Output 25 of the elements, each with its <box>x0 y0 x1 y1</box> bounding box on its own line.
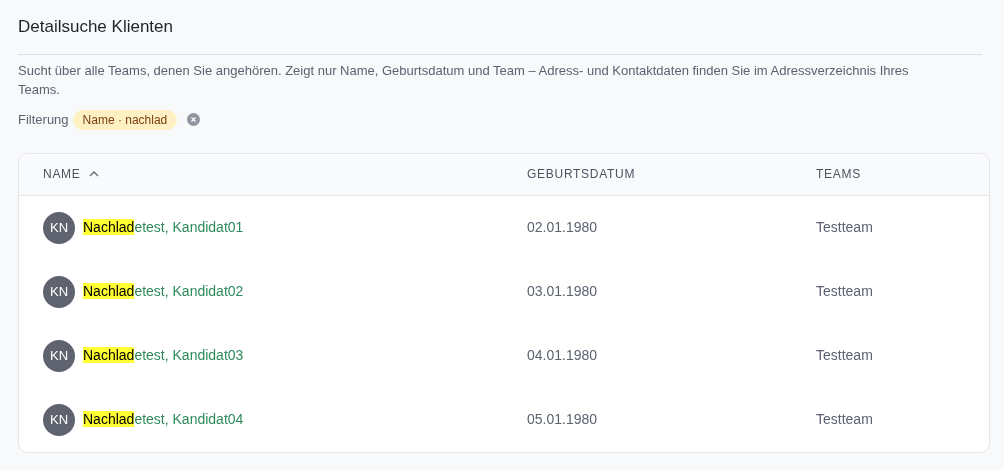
birthdate-cell-text: 02.01.1980 <box>527 218 598 237</box>
avatar: KN <box>43 211 75 244</box>
client-name-link[interactable]: Nachladetest, Kandidat01 <box>83 217 244 238</box>
avatar: KN <box>43 339 75 372</box>
teams-cell-text: Testteam <box>816 346 873 365</box>
client-name-link[interactable]: Nachladetest, Kandidat02 <box>83 281 244 302</box>
teams-cell-text: Testteam <box>816 218 873 237</box>
birthdate-cell-text: 05.01.1980 <box>527 410 598 429</box>
client-name-link[interactable]: Nachladetest, Kandidat03 <box>83 345 244 366</box>
teams-cell-text: Testteam <box>816 410 873 429</box>
description-text: Sucht über alle Teams, denen Sie angehören. Zeigt nur Name, Geburtsdatum und Team – Adress- und Kontaktdaten finden Sie im Adressverzeichnis Ihres Teams. <box>18 61 910 99</box>
avatar: KN <box>43 403 75 436</box>
filter-chip: Name · nachlad <box>72 109 178 130</box>
column-header[interactable]: TEAMS <box>816 165 861 183</box>
clear-filter-icon[interactable] <box>187 113 201 126</box>
sort-ascending-icon <box>88 171 99 177</box>
teams-cell-text: Testteam <box>816 282 873 301</box>
avatar: KN <box>43 275 75 308</box>
column-header[interactable]: GEBURTSDATUM <box>527 165 636 183</box>
birthdate-cell-text: 04.01.1980 <box>527 346 598 365</box>
column-header[interactable]: NAME <box>43 165 99 183</box>
page-title: Detailsuche Klienten <box>18 16 173 38</box>
birthdate-cell-text: 03.01.1980 <box>527 282 598 301</box>
client-name-link[interactable]: Nachladetest, Kandidat04 <box>83 409 244 430</box>
filter-label: Filterung <box>18 110 69 129</box>
